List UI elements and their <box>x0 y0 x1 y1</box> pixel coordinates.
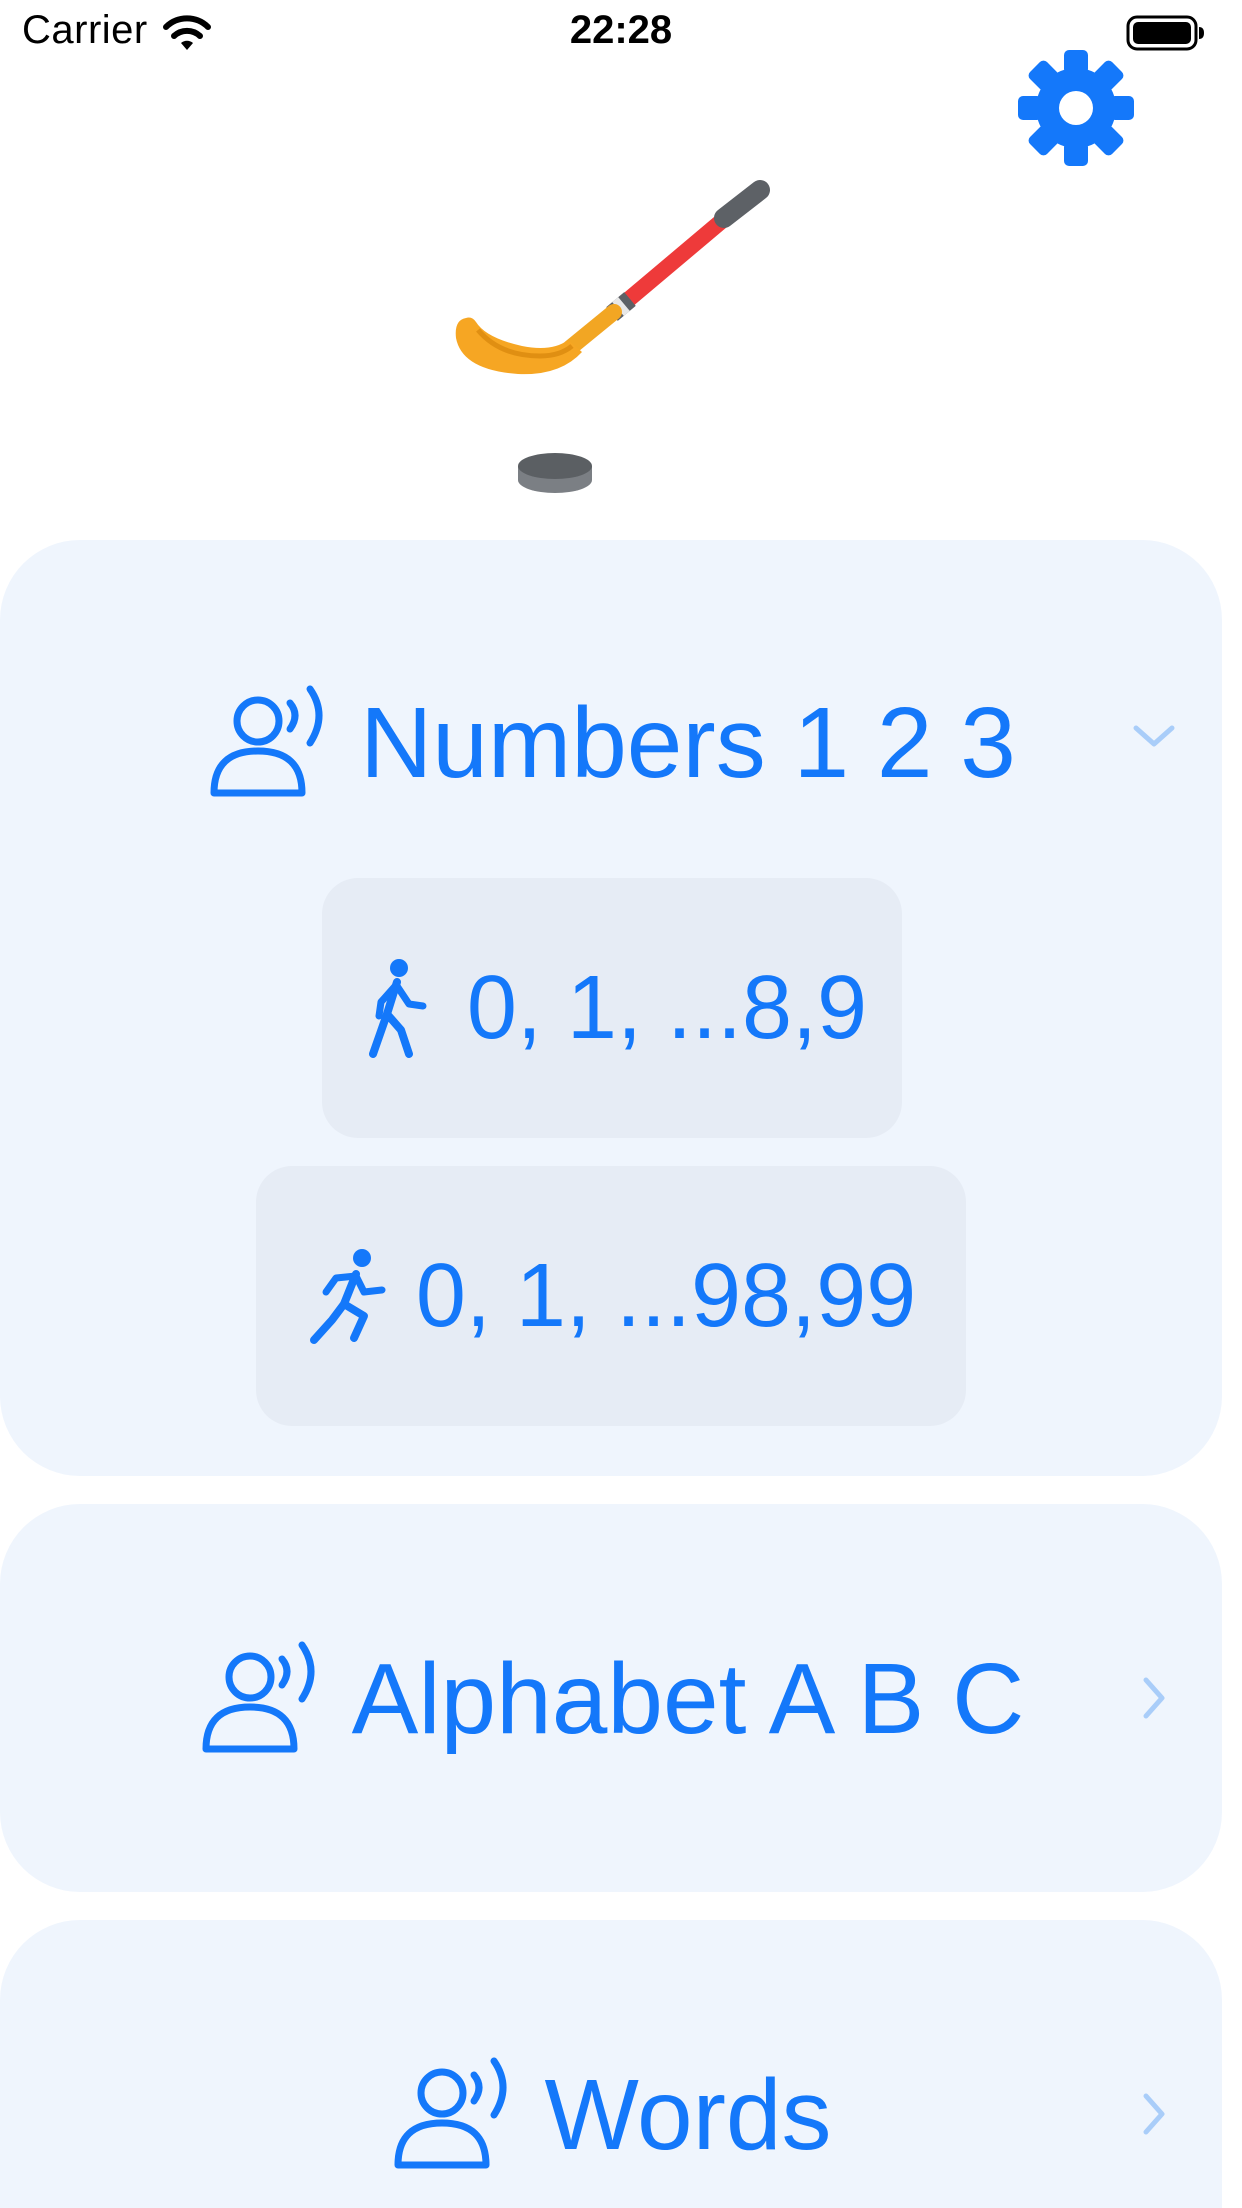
numbers-0-9-button[interactable]: 0, 1, ...8,9 <box>322 878 902 1138</box>
chevron-right-icon[interactable] <box>1130 1674 1178 1722</box>
person-speaking-icon <box>394 2057 507 2169</box>
chevron-down-icon[interactable] <box>1130 712 1178 760</box>
numbers-section-title: Numbers 1 2 3 <box>360 687 1016 799</box>
words-section-title: Words <box>544 2059 832 2171</box>
numbers-0-9-label: 0, 1, ...8,9 <box>466 958 868 1058</box>
words-section-card[interactable]: Words <box>0 1920 1222 2208</box>
hero-illustration <box>455 180 770 493</box>
hockey-stick-icon <box>455 180 770 375</box>
numbers-0-99-label: 0, 1, ...98,99 <box>415 1246 917 1346</box>
battery-full-icon <box>1126 15 1204 51</box>
numbers-0-99-button[interactable]: 0, 1, ...98,99 <box>256 1166 966 1426</box>
numbers-section-header[interactable]: Numbers 1 2 3 <box>0 678 1222 808</box>
gear-icon <box>1018 50 1134 166</box>
walking-figure-icon <box>368 959 427 1058</box>
alphabet-section-card[interactable]: Alphabet A B C <box>0 1504 1222 1892</box>
person-speaking-icon <box>202 1641 315 1753</box>
status-time: 22:28 <box>569 8 673 52</box>
running-figure-icon <box>309 1249 386 1344</box>
hockey-puck-icon <box>518 453 592 493</box>
person-speaking-icon <box>210 685 323 797</box>
numbers-section-card[interactable]: Numbers 1 2 3 0, 1, ...8,9 0, 1, ...98,9… <box>0 540 1222 1476</box>
chevron-right-icon[interactable] <box>1130 2090 1178 2138</box>
alphabet-section-header[interactable]: Alphabet A B C <box>0 1634 1222 1764</box>
words-section-header[interactable]: Words <box>0 2050 1222 2180</box>
app-screen: Carrier 22:28 Numbers 1 2 3 0, 1, ...8,9… <box>0 0 1242 2208</box>
alphabet-section-title: Alphabet A B C <box>351 1643 1025 1755</box>
settings-button[interactable] <box>1016 48 1136 168</box>
